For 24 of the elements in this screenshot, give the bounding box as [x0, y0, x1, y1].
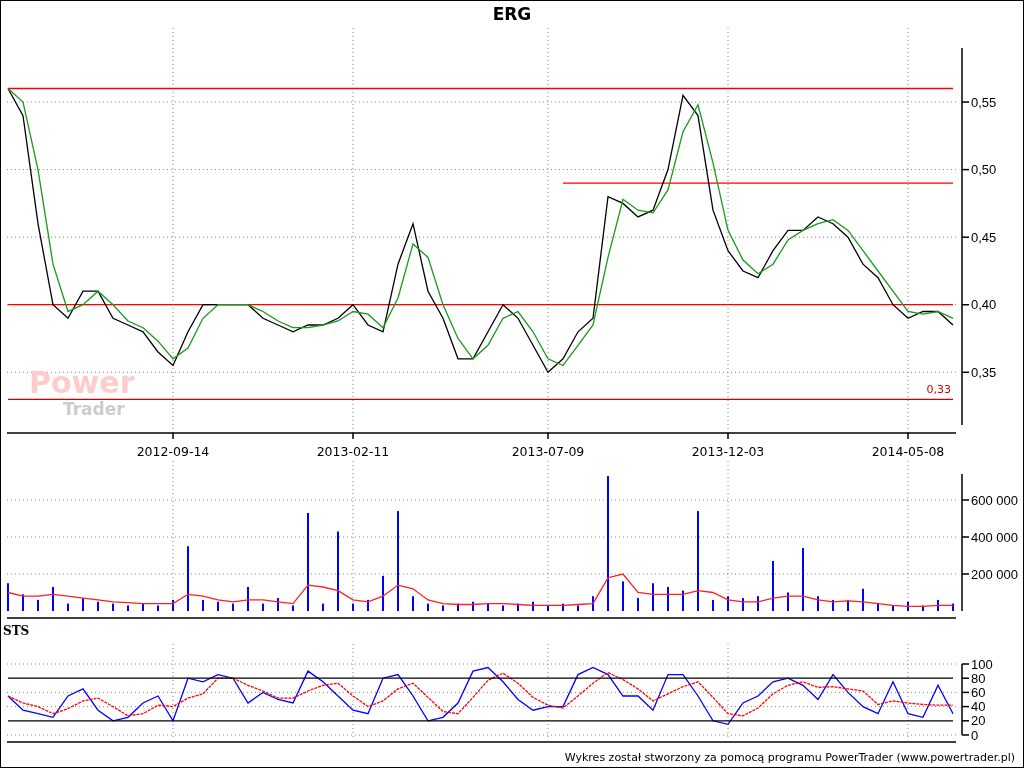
chart-title: ERG: [492, 4, 532, 24]
date-label: 2013-12-03: [691, 444, 765, 459]
axis-label: 100: [971, 656, 993, 672]
level-label: 0,33: [926, 383, 951, 397]
date-label: 2014-05-08: [871, 444, 945, 459]
watermark-text: Power: [29, 365, 135, 400]
axis-label: 600 000: [971, 492, 1018, 508]
axis-label: 0: [971, 727, 979, 743]
axis-label: 0,40: [971, 297, 997, 313]
indicator-label: STS: [3, 624, 30, 638]
date-label: 2013-02-11: [316, 444, 390, 459]
axis-label: 60: [971, 684, 986, 700]
axis-label: 80: [971, 670, 986, 686]
axis-label: 0,45: [971, 229, 997, 245]
axis-label: 20: [971, 713, 986, 729]
axis-label: 400 000: [971, 529, 1018, 545]
axis-label: 0,50: [971, 162, 997, 178]
date-label: 2013-07-09: [511, 444, 585, 459]
date-label: 2012-09-14: [136, 444, 210, 459]
axis-label: 200 000: [971, 566, 1018, 582]
axis-label: 0,35: [971, 364, 997, 380]
footer-text: Wykres został stworzony za pomocą programu PowerTrader (www.powertrader.pl): [564, 750, 1015, 764]
axis-label: 40: [971, 699, 986, 715]
axis-label: 0,55: [971, 94, 997, 110]
